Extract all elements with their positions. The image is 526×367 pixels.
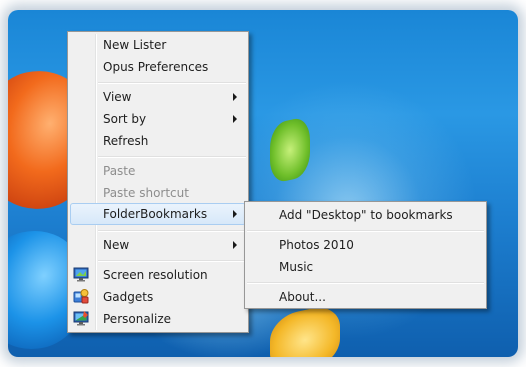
menu-item-personalize[interactable]: Personalize <box>70 308 246 330</box>
menu-item-label: FolderBookmarks <box>103 207 208 221</box>
menu-separator <box>98 82 246 84</box>
desktop-context-menu: New Lister Opus Preferences View Sort by… <box>67 31 249 333</box>
submenu-item-about[interactable]: About... <box>247 286 484 308</box>
submenu-arrow-icon <box>233 210 237 218</box>
menu-item-label: Paste shortcut <box>103 186 189 200</box>
menu-item-gadgets[interactable]: Gadgets <box>70 286 246 308</box>
menu-item-label: Screen resolution <box>103 268 208 282</box>
menu-item-label: Refresh <box>103 134 149 148</box>
menu-item-label: Photos 2010 <box>279 238 354 252</box>
menu-item-paste[interactable]: Paste <box>70 160 246 182</box>
menu-item-new[interactable]: New <box>70 234 246 256</box>
submenu-item-photos-2010[interactable]: Photos 2010 <box>247 234 484 256</box>
menu-item-label: Paste <box>103 164 136 178</box>
screen-resolution-icon <box>73 266 89 282</box>
submenu-item-music[interactable]: Music <box>247 256 484 278</box>
submenu-arrow-icon <box>233 115 237 123</box>
menu-separator <box>98 260 246 262</box>
menu-item-new-lister[interactable]: New Lister <box>70 34 246 56</box>
menu-separator <box>247 230 484 232</box>
gadgets-icon <box>73 288 89 304</box>
menu-item-refresh[interactable]: Refresh <box>70 130 246 152</box>
menu-item-label: View <box>103 90 132 104</box>
menu-item-label: About... <box>279 290 326 304</box>
menu-item-label: Sort by <box>103 112 147 126</box>
menu-item-label: Gadgets <box>103 290 154 304</box>
menu-item-view[interactable]: View <box>70 86 246 108</box>
menu-item-label: Opus Preferences <box>103 60 209 74</box>
menu-item-folderbookmarks[interactable]: FolderBookmarks <box>70 203 246 225</box>
menu-separator <box>98 156 246 158</box>
submenu-arrow-icon <box>233 241 237 249</box>
submenu-item-add-desktop-bookmark[interactable]: Add "Desktop" to bookmarks <box>247 204 484 226</box>
menu-separator <box>247 282 484 284</box>
submenu-arrow-icon <box>233 93 237 101</box>
menu-separator <box>98 230 246 232</box>
menu-item-label: Personalize <box>103 312 172 326</box>
menu-item-label: Add "Desktop" to bookmarks <box>279 208 453 222</box>
menu-item-label: New <box>103 238 130 252</box>
menu-item-label: Music <box>279 260 314 274</box>
menu-item-opus-preferences[interactable]: Opus Preferences <box>70 56 246 78</box>
menu-item-sort-by[interactable]: Sort by <box>70 108 246 130</box>
folderbookmarks-submenu: Add "Desktop" to bookmarks Photos 2010 M… <box>244 201 487 309</box>
menu-item-paste-shortcut[interactable]: Paste shortcut <box>70 182 246 204</box>
menu-item-screen-resolution[interactable]: Screen resolution <box>70 264 246 286</box>
menu-item-label: New Lister <box>103 38 167 52</box>
personalize-icon <box>73 310 89 326</box>
